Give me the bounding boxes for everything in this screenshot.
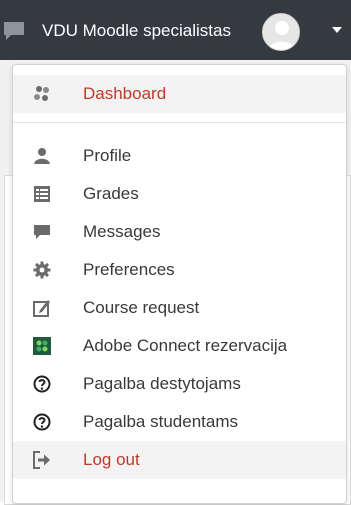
- message-bubble-icon: [33, 223, 51, 241]
- menu-item-help-teachers[interactable]: Pagalba destytojams: [13, 365, 346, 403]
- menu-item-label: Adobe Connect rezervacija: [83, 336, 288, 355]
- gear-icon: [33, 261, 51, 279]
- menu-item-dashboard[interactable]: Dashboard: [13, 75, 346, 113]
- user-menu-dropdown: Dashboard Profile Grades Messages Prefer…: [12, 64, 347, 504]
- menu-item-help-students[interactable]: Pagalba studentams: [13, 403, 346, 441]
- menu-item-profile[interactable]: Profile: [13, 137, 346, 175]
- menu-item-label: Course request: [83, 298, 200, 317]
- menu-item-messages[interactable]: Messages: [13, 213, 346, 251]
- top-navbar: VDU Moodle specialistas: [0, 0, 351, 60]
- menu-item-adobe-connect[interactable]: Adobe Connect rezervacija: [13, 327, 346, 365]
- user-avatar[interactable]: [262, 13, 300, 51]
- help-circle-icon: [33, 413, 51, 431]
- caret-down-icon[interactable]: [330, 25, 344, 35]
- menu-item-label: Pagalba destytojams: [83, 374, 241, 393]
- menu-item-logout[interactable]: Log out: [13, 441, 346, 479]
- user-name[interactable]: VDU Moodle specialistas: [42, 20, 231, 42]
- menu-item-course-request[interactable]: Course request: [13, 289, 346, 327]
- menu-item-label: Preferences: [83, 260, 175, 279]
- menu-item-grades[interactable]: Grades: [13, 175, 346, 213]
- menu-item-label: Profile: [83, 146, 132, 165]
- menu-item-label: Messages: [83, 222, 161, 241]
- menu-item-label: Dashboard: [83, 84, 167, 103]
- menu-item-label: Log out: [83, 450, 140, 469]
- user-icon: [33, 147, 51, 165]
- adobe-connect-icon: [33, 337, 51, 355]
- edit-square-icon: [33, 299, 51, 317]
- logout-icon: [33, 451, 51, 469]
- menu-item-preferences[interactable]: Preferences: [13, 251, 346, 289]
- help-circle-icon: [33, 375, 51, 393]
- grades-table-icon: [33, 185, 51, 203]
- menu-item-label: Pagalba studentams: [83, 412, 238, 431]
- menu-divider: [13, 122, 346, 123]
- menu-item-label: Grades: [83, 184, 139, 203]
- dashboard-icon: [33, 85, 51, 103]
- chat-icon[interactable]: [0, 18, 28, 44]
